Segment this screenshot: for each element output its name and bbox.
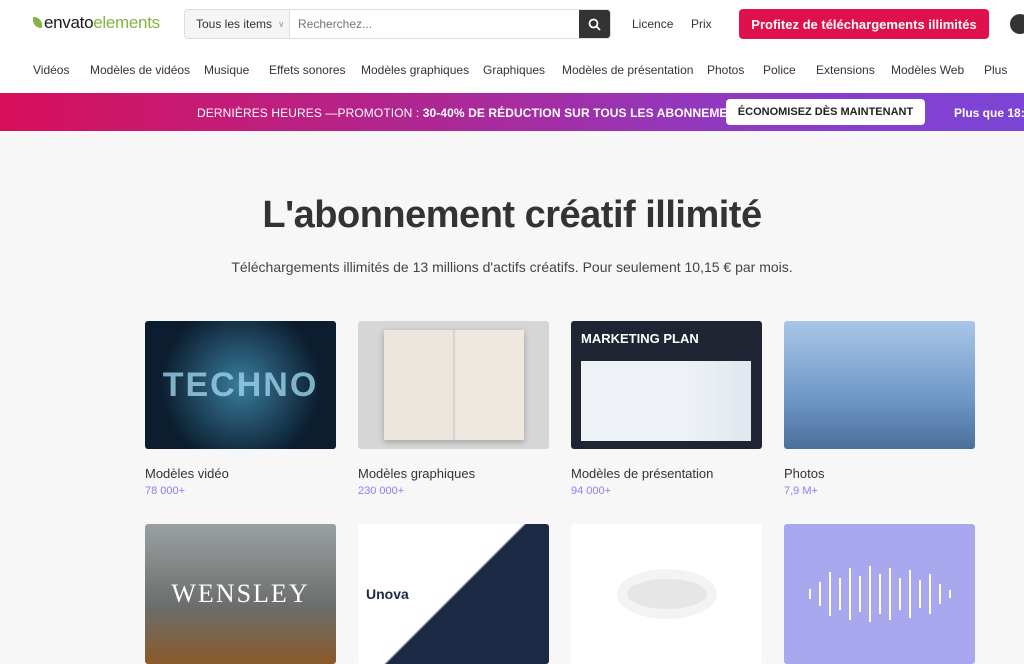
nav-item[interactable]: Modèles graphiques — [361, 63, 469, 77]
category-card[interactable] — [571, 524, 762, 664]
category-card[interactable] — [784, 524, 975, 664]
category-label: Tous les items — [196, 17, 273, 31]
search-icon — [588, 18, 601, 31]
nav-item[interactable]: Extensions — [816, 63, 875, 77]
nav-item[interactable]: Vidéos — [33, 63, 69, 77]
countdown: Plus que 18: — [954, 106, 1024, 120]
card-image: TECHNO — [145, 321, 336, 449]
category-card[interactable]: TECHNO Modèles vidéo 78 000+ — [145, 321, 336, 497]
nav-item[interactable]: Graphiques — [483, 63, 545, 77]
nav-item[interactable]: Plus — [984, 63, 1007, 77]
leaf-icon — [33, 17, 42, 28]
logo-text-elements: elements — [93, 13, 160, 32]
prix-link[interactable]: Prix — [691, 17, 712, 31]
card-image: Unova — [358, 524, 549, 664]
category-card[interactable]: Photos 7,9 M+ — [784, 321, 975, 497]
card-image: WENSLEY — [145, 524, 336, 664]
card-title: Photos — [784, 466, 825, 481]
page-title: L'abonnement créatif illimité — [262, 194, 762, 236]
nav-item[interactable]: Modèles Web — [891, 63, 964, 77]
user-avatar-icon[interactable] — [1010, 14, 1024, 34]
unlimited-downloads-button[interactable]: Profitez de téléchargements illimités — [739, 9, 989, 39]
card-image — [571, 524, 762, 664]
search-input[interactable] — [290, 10, 579, 38]
category-card[interactable]: Modèles graphiques 230 000+ — [358, 321, 549, 497]
card-count: 7,9 M+ — [784, 485, 818, 497]
nav-item[interactable]: Modèles de vidéos — [90, 63, 190, 77]
logo-text: envato — [44, 13, 94, 32]
category-card[interactable]: MARKETING PLAN Modèles de présentation 9… — [571, 321, 762, 497]
envato-logo[interactable]: envatoelements — [33, 13, 160, 33]
licence-link[interactable]: Licence — [632, 17, 673, 31]
category-card[interactable]: Unova — [358, 524, 549, 664]
card-title: Modèles vidéo — [145, 466, 229, 481]
nav-item[interactable]: Musique — [204, 63, 249, 77]
card-title: Modèles de présentation — [571, 466, 714, 481]
promo-text: DERNIÈRES HEURES —PROMOTION : 30-40% DE … — [197, 106, 752, 120]
waveform-icon — [808, 566, 951, 622]
card-image: MARKETING PLAN — [571, 321, 762, 449]
category-card[interactable]: WENSLEY — [145, 524, 336, 664]
card-image — [358, 321, 549, 449]
card-image — [784, 524, 975, 664]
card-title: Modèles graphiques — [358, 466, 476, 481]
header: envatoelements Tous les items ∨ Licence P… — [0, 0, 1024, 93]
search-bar: Tous les items ∨ — [184, 9, 611, 39]
save-now-button[interactable]: ÉCONOMISEZ DÈS MAINTENANT — [726, 99, 925, 125]
promo-banner: DERNIÈRES HEURES —PROMOTION : 30-40% DE … — [0, 93, 1024, 131]
card-count: 78 000+ — [145, 485, 186, 497]
chevron-down-icon: ∨ — [278, 18, 285, 29]
nav-item[interactable]: Effets sonores — [269, 63, 346, 77]
nav-item[interactable]: Police — [763, 63, 796, 77]
card-image — [784, 321, 975, 449]
page-subtitle: Téléchargements illimités de 13 millions… — [231, 259, 793, 275]
card-count: 94 000+ — [571, 485, 612, 497]
search-button[interactable] — [579, 10, 610, 38]
card-count: 230 000+ — [358, 485, 405, 497]
category-select[interactable]: Tous les items ∨ — [185, 10, 290, 38]
nav-item[interactable]: Modèles de présentation — [562, 63, 693, 77]
nav-item[interactable]: Photos — [707, 63, 744, 77]
